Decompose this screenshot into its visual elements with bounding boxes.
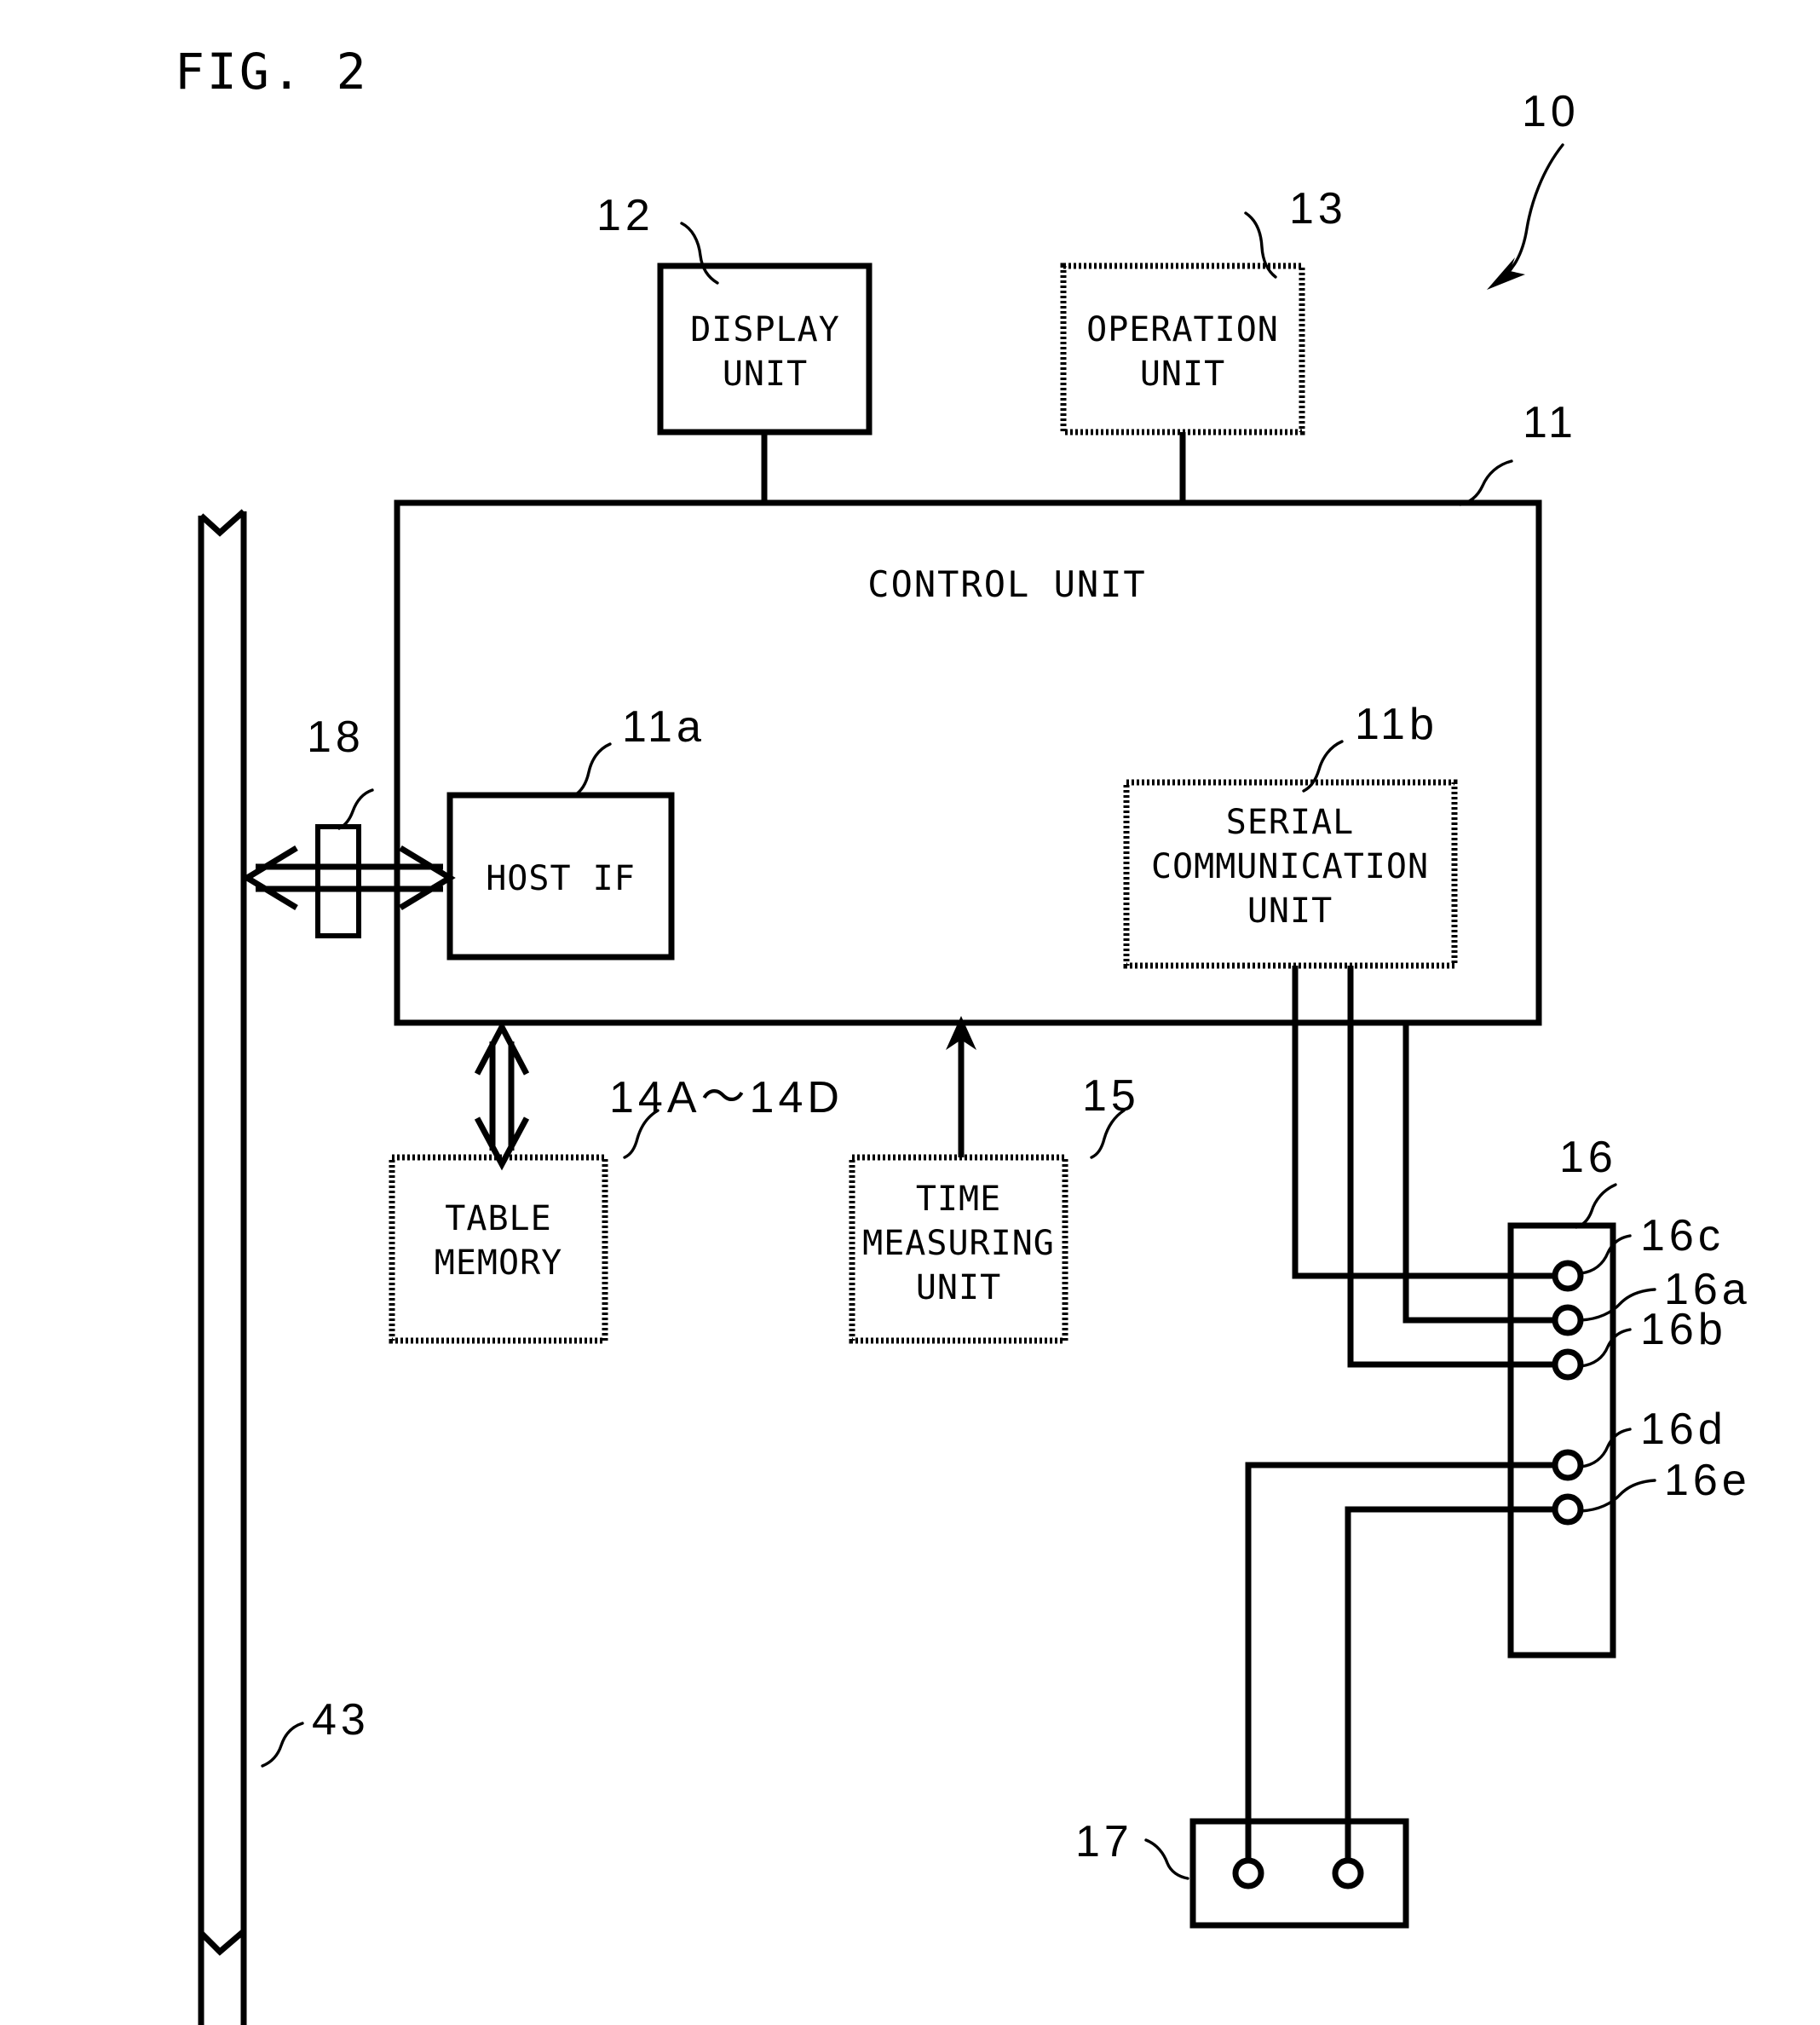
control-unit-label: CONTROL UNIT [867,563,1146,605]
ref-11a: 11a [622,702,706,752]
wire-control-to-table-memory [474,1020,530,1171]
ref-11: 11 [1523,398,1577,447]
leader-18 [337,788,374,830]
display-unit-label-line1: DISPLAY [690,310,840,349]
ref-43: 43 [312,1695,370,1745]
ref-16: 16 [1559,1133,1617,1182]
device-17-box [1189,1818,1409,1929]
terminal-16e[interactable] [1552,1493,1584,1526]
ref-13: 13 [1289,184,1347,234]
leader-16 [1575,1183,1617,1229]
table-memory-label-line1: TABLE [445,1199,551,1238]
terminal-16a[interactable] [1552,1304,1584,1336]
ref-10: 10 [1522,87,1580,136]
ref-17: 17 [1075,1817,1133,1866]
ref-15: 15 [1082,1071,1140,1121]
time-measuring-unit-label-line2: MEASURING [862,1224,1055,1263]
host-bus-43 [198,509,247,2025]
ref-16d: 16d [1640,1405,1727,1454]
serial-communication-unit-label-line3: UNIT [1247,891,1333,931]
leader-11 [1459,459,1513,506]
serial-communication-unit-label-line1: SERIAL [1226,803,1355,842]
display-unit-label-line2: UNIT [723,355,808,394]
serial-communication-unit-label-line2: COMMUNICATION [1151,847,1429,886]
terminal-16b[interactable] [1552,1348,1584,1381]
ref-11b: 11b [1355,700,1438,749]
time-measuring-unit-label-line3: UNIT [916,1268,1001,1307]
operation-unit-label-line2: UNIT [1140,355,1225,394]
leader-17 [1144,1838,1189,1880]
ref-12: 12 [596,191,654,240]
host-if-label: HOST IF [486,859,636,898]
connector-18-box [315,824,361,938]
terminal-16c[interactable] [1552,1260,1584,1292]
operation-unit-label-line1: OPERATION [1086,310,1279,349]
wire-time-to-control [946,1016,976,1157]
patent-figure-root: FIG. 2 DISPLAY UNIT OPERATION UNIT CONTR… [0,0,1820,2025]
ref-18: 18 [307,712,365,762]
leader-10 [1487,143,1564,290]
time-measuring-unit-label-line1: TIME [916,1180,1001,1219]
terminal-17-right[interactable] [1332,1857,1364,1889]
terminal-17-left[interactable] [1232,1857,1264,1889]
ref-16c: 16c [1640,1211,1725,1261]
ref-14a-14d: 14A〜14D [609,1073,844,1122]
ref-16b: 16b [1640,1305,1727,1354]
ref-16e: 16e [1664,1456,1751,1505]
figure-title: FIG. 2 [175,43,369,101]
terminal-16d[interactable] [1552,1449,1584,1481]
table-memory-label-line2: MEMORY [435,1243,563,1283]
leader-43 [261,1722,304,1768]
figure-2-diagram: FIG. 2 DISPLAY UNIT OPERATION UNIT CONTR… [175,43,1751,2025]
